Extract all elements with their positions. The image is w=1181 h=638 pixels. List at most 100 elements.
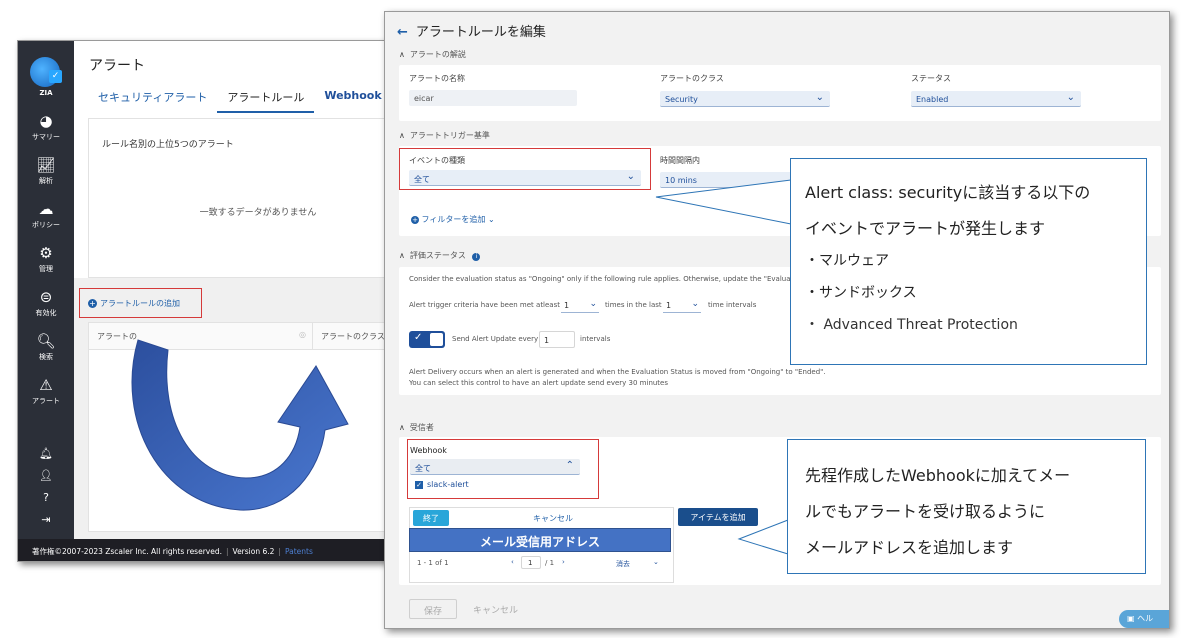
- alert-name-input[interactable]: eicar: [409, 90, 577, 106]
- chevron-up-icon: ∧: [399, 423, 405, 432]
- section-description-header[interactable]: ∧ アラートの解説: [399, 49, 466, 60]
- tab-webhook[interactable]: Webhook: [314, 89, 391, 113]
- footer: 著作権©2007-2023 Zscaler Inc. All rights re…: [18, 539, 396, 561]
- tab-bar: セキュリティアラート アラートルール Webhook: [88, 89, 392, 113]
- section-title: 評価ステータス: [409, 251, 466, 260]
- chevron-down-icon: ⌄: [815, 92, 824, 103]
- status-value: Enabled: [916, 95, 949, 104]
- section-trigger-header[interactable]: ∧ アラートトリガー基準: [399, 130, 490, 141]
- activate-icon: ⊜: [39, 288, 53, 306]
- add-alert-rule-label: アラートルールの追加: [100, 299, 180, 308]
- criteria-count-select[interactable]: 1 ⌄: [561, 298, 599, 313]
- webhook-option[interactable]: ✓ slack-alert: [410, 476, 580, 493]
- delivery-note-1: Alert Delivery occurs when an alert is g…: [409, 368, 826, 376]
- times-in-last-text: times in the last: [605, 301, 662, 309]
- event-type-label: イベントの種類: [409, 156, 465, 165]
- add-filter-button[interactable]: + フィルターを追加 ⌄: [411, 214, 495, 225]
- add-filter-label: フィルターを追加: [421, 215, 486, 224]
- sidebar-item-summary[interactable]: ◕ サマリー: [18, 113, 74, 142]
- time-interval-value: 10 mins: [665, 176, 697, 185]
- interval-count-value: 1: [666, 301, 672, 310]
- sidebar-item-alerts[interactable]: ⚠ アラート: [18, 377, 74, 406]
- cancel-button[interactable]: キャンセル: [473, 603, 518, 616]
- callout-item: ・サンドボックス: [805, 285, 917, 301]
- curved-arrow-icon: [131, 339, 349, 511]
- plus-circle-icon: +: [411, 216, 419, 224]
- event-type-value: 全て: [414, 175, 430, 184]
- send-update-input[interactable]: 1: [539, 331, 575, 348]
- sidebar-item-analytics[interactable]: 📈︎ 解析: [18, 157, 74, 186]
- back-arrow-icon[interactable]: ←: [397, 25, 408, 40]
- user-icon[interactable]: 👤︎: [18, 469, 74, 482]
- sidebar-item-policy[interactable]: ☁ ポリシー: [18, 201, 74, 230]
- tab-security-alerts[interactable]: セキュリティアラート: [88, 89, 217, 113]
- intervals-text: intervals: [580, 335, 611, 343]
- delivery-note-2: You can select this control to have an a…: [409, 379, 669, 387]
- webhook-label: Webhook: [410, 446, 447, 455]
- plus-icon: +: [88, 299, 97, 308]
- time-interval-label: 時間間隔内: [660, 156, 700, 165]
- section-recipients-header[interactable]: ∧ 受信者: [399, 422, 434, 433]
- gears-icon: ⚙: [39, 244, 53, 262]
- section-eval-header[interactable]: ∧ 評価ステータス i: [399, 250, 481, 261]
- sidebar-item-search[interactable]: 🔍︎ 検索: [18, 333, 74, 362]
- help-label: ヘル: [1137, 614, 1154, 623]
- eval-note: Consider the evaluation status as "Ongoi…: [409, 275, 804, 283]
- page-total: / 1: [545, 559, 555, 567]
- chevron-up-icon: ∧: [399, 251, 405, 260]
- status-select[interactable]: Enabled ⌄: [911, 91, 1081, 107]
- time-interval-select[interactable]: 10 mins: [660, 172, 800, 188]
- patents-link[interactable]: Patents: [285, 547, 313, 556]
- callout-item: ・ Advanced Threat Protection: [805, 317, 1018, 333]
- send-update-text: Send Alert Update every: [452, 335, 539, 343]
- sidebar-item-label: 検索: [39, 353, 53, 361]
- chevron-down-icon: ⌄: [1066, 92, 1075, 103]
- page-input[interactable]: 1: [521, 556, 541, 569]
- save-button[interactable]: 保存: [409, 599, 457, 619]
- criteria-count-value: 1: [564, 301, 570, 310]
- add-alert-rule-button[interactable]: + アラートルールの追加: [79, 288, 202, 318]
- help-icon[interactable]: ?: [18, 491, 74, 504]
- interval-count-select[interactable]: 1 ⌄: [663, 298, 701, 313]
- chart-icon: 📈︎: [36, 156, 56, 174]
- bell-icon[interactable]: 🔔︎: [18, 447, 74, 460]
- sidebar-item-label: アラート: [32, 397, 60, 405]
- empty-message: 一致するデータがありません: [199, 208, 317, 218]
- add-item-button[interactable]: アイテムを追加: [678, 508, 758, 526]
- time-intervals-text: time intervals: [708, 301, 757, 309]
- chevron-up-icon: ∧: [399, 50, 405, 59]
- info-icon[interactable]: i: [472, 253, 481, 261]
- chevron-down-icon[interactable]: ⌄: [653, 558, 659, 566]
- callout-line: 先程作成したWebhookに加えてメー: [805, 466, 1071, 485]
- sidebar-item-label: ポリシー: [32, 221, 60, 229]
- status-label: ステータス: [911, 74, 951, 83]
- sidebar-item-activate[interactable]: ⊜ 有効化: [18, 289, 74, 318]
- sidebar-item-label: サマリー: [32, 133, 60, 141]
- chevron-up-icon: ∧: [399, 131, 405, 140]
- done-button[interactable]: 終了: [413, 510, 449, 526]
- alert-class-select[interactable]: Security ⌄: [660, 91, 830, 107]
- next-page-icon[interactable]: ›: [562, 558, 565, 566]
- logout-icon[interactable]: ⇥: [18, 513, 74, 526]
- cancel-link[interactable]: キャンセル: [533, 513, 573, 524]
- search-icon: 🔍︎: [36, 332, 56, 350]
- description-panel: アラートの名称 eicar アラートのクラス Security ⌄ ステータス E…: [399, 65, 1161, 121]
- check-badge-icon: ✓: [49, 70, 62, 83]
- tab-alert-rules[interactable]: アラートルール: [217, 89, 315, 113]
- sidebar-item-admin[interactable]: ⚙ 管理: [18, 245, 74, 274]
- alert-class-value: Security: [665, 95, 698, 104]
- email-address-bar[interactable]: メール受信用アドレス: [409, 528, 671, 552]
- prev-page-icon[interactable]: ‹: [511, 558, 514, 566]
- sidebar-item-label: 有効化: [35, 309, 57, 317]
- checkbox-icon[interactable]: ✓: [415, 481, 423, 489]
- help-button[interactable]: ▣ ヘル: [1119, 610, 1169, 628]
- send-update-toggle[interactable]: ✓: [409, 331, 445, 348]
- chevron-down-icon: ⌄: [626, 171, 635, 182]
- sidebar-item-label: 解析: [39, 177, 53, 185]
- clear-link[interactable]: 消去: [616, 559, 630, 569]
- event-type-select[interactable]: 全て ⌄: [409, 170, 641, 186]
- webhook-select[interactable]: 全て ⌃: [410, 459, 580, 475]
- screenshot-stage: ✓ ZIA ◕ サマリー 📈︎ 解析 ☁ ポリシー ⚙ 管理 ⊜ 有効化 🔍︎ …: [0, 0, 1181, 638]
- alert-icon: ⚠: [39, 376, 53, 394]
- section-title: アラートの解説: [409, 50, 466, 59]
